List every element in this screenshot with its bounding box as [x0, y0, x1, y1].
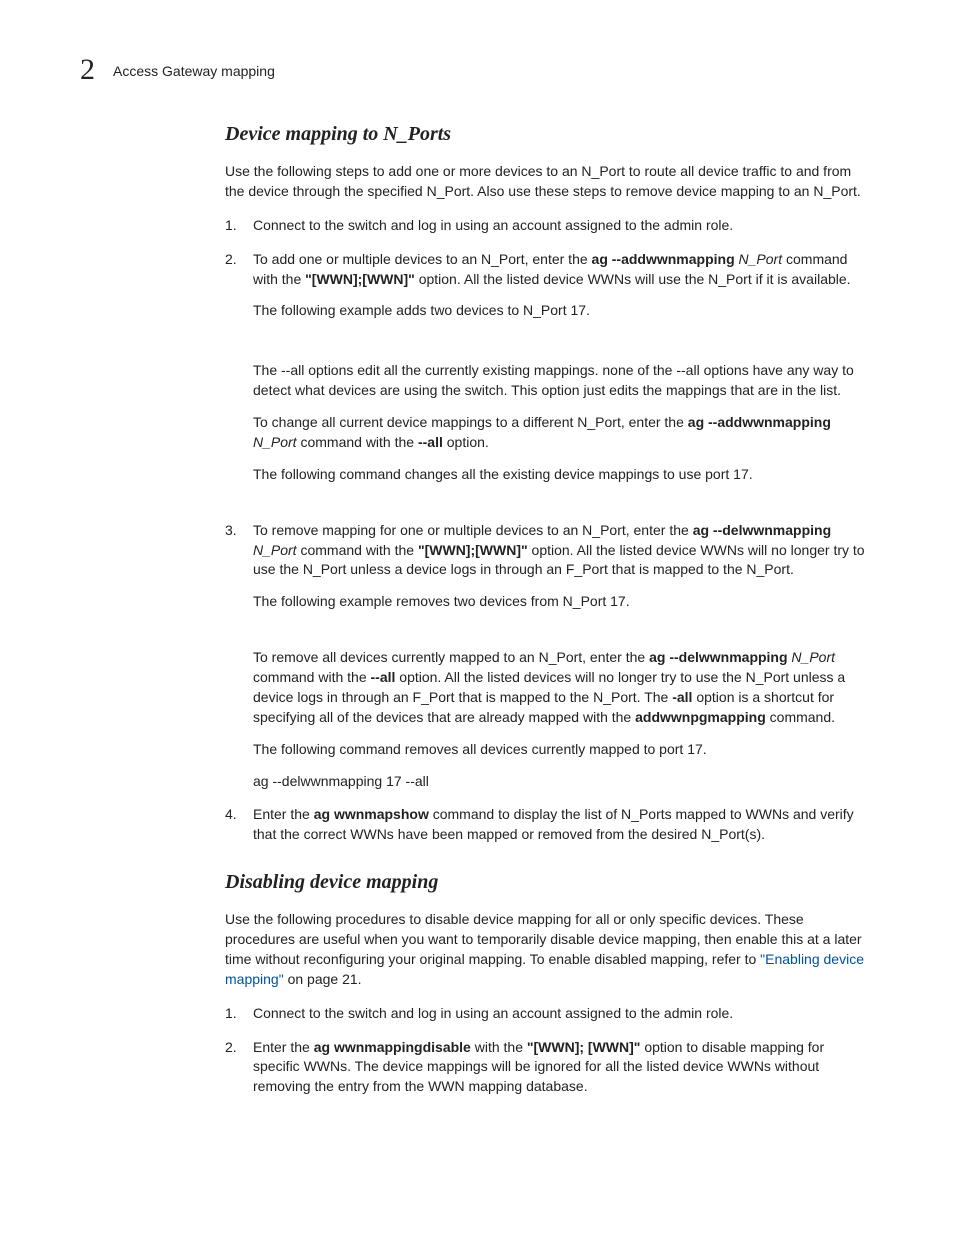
text: To change all current device mappings to…	[253, 414, 688, 430]
step-text: Connect to the switch and log in using a…	[253, 1005, 733, 1021]
page-header: 2 Access Gateway mapping	[80, 55, 874, 85]
step-paragraph: To add one or multiple devices to an N_P…	[253, 250, 874, 290]
section-title-disabling: Disabling device mapping	[225, 871, 874, 894]
intro-paragraph: Use the following procedures to disable …	[225, 910, 874, 990]
command: ag --delwwnmapping	[649, 649, 787, 665]
step-2: To add one or multiple devices to an N_P…	[225, 250, 874, 485]
command: ag --delwwnmapping	[693, 522, 831, 538]
text: To add one or multiple devices to an N_P…	[253, 251, 592, 267]
page: 2 Access Gateway mapping Device mapping …	[0, 0, 954, 1235]
code-line: ag --delwwnmapping 17 --all	[253, 772, 874, 792]
step-4: Enter the ag wwnmapshow command to displ…	[225, 805, 874, 845]
option: --all	[371, 669, 396, 685]
text: command with the	[297, 434, 418, 450]
step-paragraph: The following example adds two devices t…	[253, 301, 874, 321]
text: To remove all devices currently mapped t…	[253, 649, 649, 665]
command: wwnmapshow	[334, 806, 429, 822]
step-2: Enter the ag wwnmappingdisable with the …	[225, 1038, 874, 1098]
argument: N_Port	[253, 542, 297, 558]
command: ag	[314, 806, 334, 822]
text: Enter the	[253, 806, 314, 822]
text: option.	[443, 434, 489, 450]
step-1: Connect to the switch and log in using a…	[225, 1004, 874, 1024]
option: -all	[672, 689, 692, 705]
step-paragraph: The following example removes two device…	[253, 592, 874, 612]
text: command with the	[297, 542, 418, 558]
step-1: Connect to the switch and log in using a…	[225, 216, 874, 236]
option: --all	[418, 434, 443, 450]
argument: N_Port	[253, 434, 297, 450]
text: To remove mapping for one or multiple de…	[253, 522, 693, 538]
step-paragraph: To change all current device mappings to…	[253, 413, 874, 453]
command: wwnmappingdisable	[334, 1039, 471, 1055]
step-3: To remove mapping for one or multiple de…	[225, 521, 874, 792]
content: Device mapping to N_Ports Use the follow…	[80, 123, 874, 1097]
step-paragraph: The following command changes all the ex…	[253, 465, 874, 485]
step-paragraph: The following command removes all device…	[253, 740, 874, 760]
command: ag --addwwnmapping	[592, 251, 735, 267]
command: ag --addwwnmapping	[688, 414, 831, 430]
text: option. All the listed device WWNs will …	[415, 271, 851, 287]
argument: N_Port	[735, 251, 782, 267]
text: Enter the	[253, 1039, 314, 1055]
command: ag	[314, 1039, 334, 1055]
option: "[WWN]; [WWN]"	[527, 1039, 641, 1055]
steps-list-2: Connect to the switch and log in using a…	[225, 1004, 874, 1098]
step-paragraph: The --all options edit all the currently…	[253, 361, 874, 401]
intro-paragraph: Use the following steps to add one or mo…	[225, 162, 874, 202]
step-text: Connect to the switch and log in using a…	[253, 217, 733, 233]
argument: N_Port	[788, 649, 835, 665]
text: command with the	[253, 669, 371, 685]
step-paragraph: To remove all devices currently mapped t…	[253, 648, 874, 728]
text: with the	[471, 1039, 527, 1055]
steps-list-1: Connect to the switch and log in using a…	[225, 216, 874, 845]
option: "[WWN];[WWN]"	[305, 271, 415, 287]
chapter-number: 2	[80, 55, 95, 85]
text: command.	[766, 709, 835, 725]
step-paragraph: To remove mapping for one or multiple de…	[253, 521, 874, 581]
option: "[WWN];[WWN]"	[418, 542, 528, 558]
command: addwwnpgmapping	[635, 709, 766, 725]
header-title: Access Gateway mapping	[113, 63, 275, 79]
text: on page 21.	[284, 971, 362, 987]
section-title-device-mapping: Device mapping to N_Ports	[225, 123, 874, 146]
